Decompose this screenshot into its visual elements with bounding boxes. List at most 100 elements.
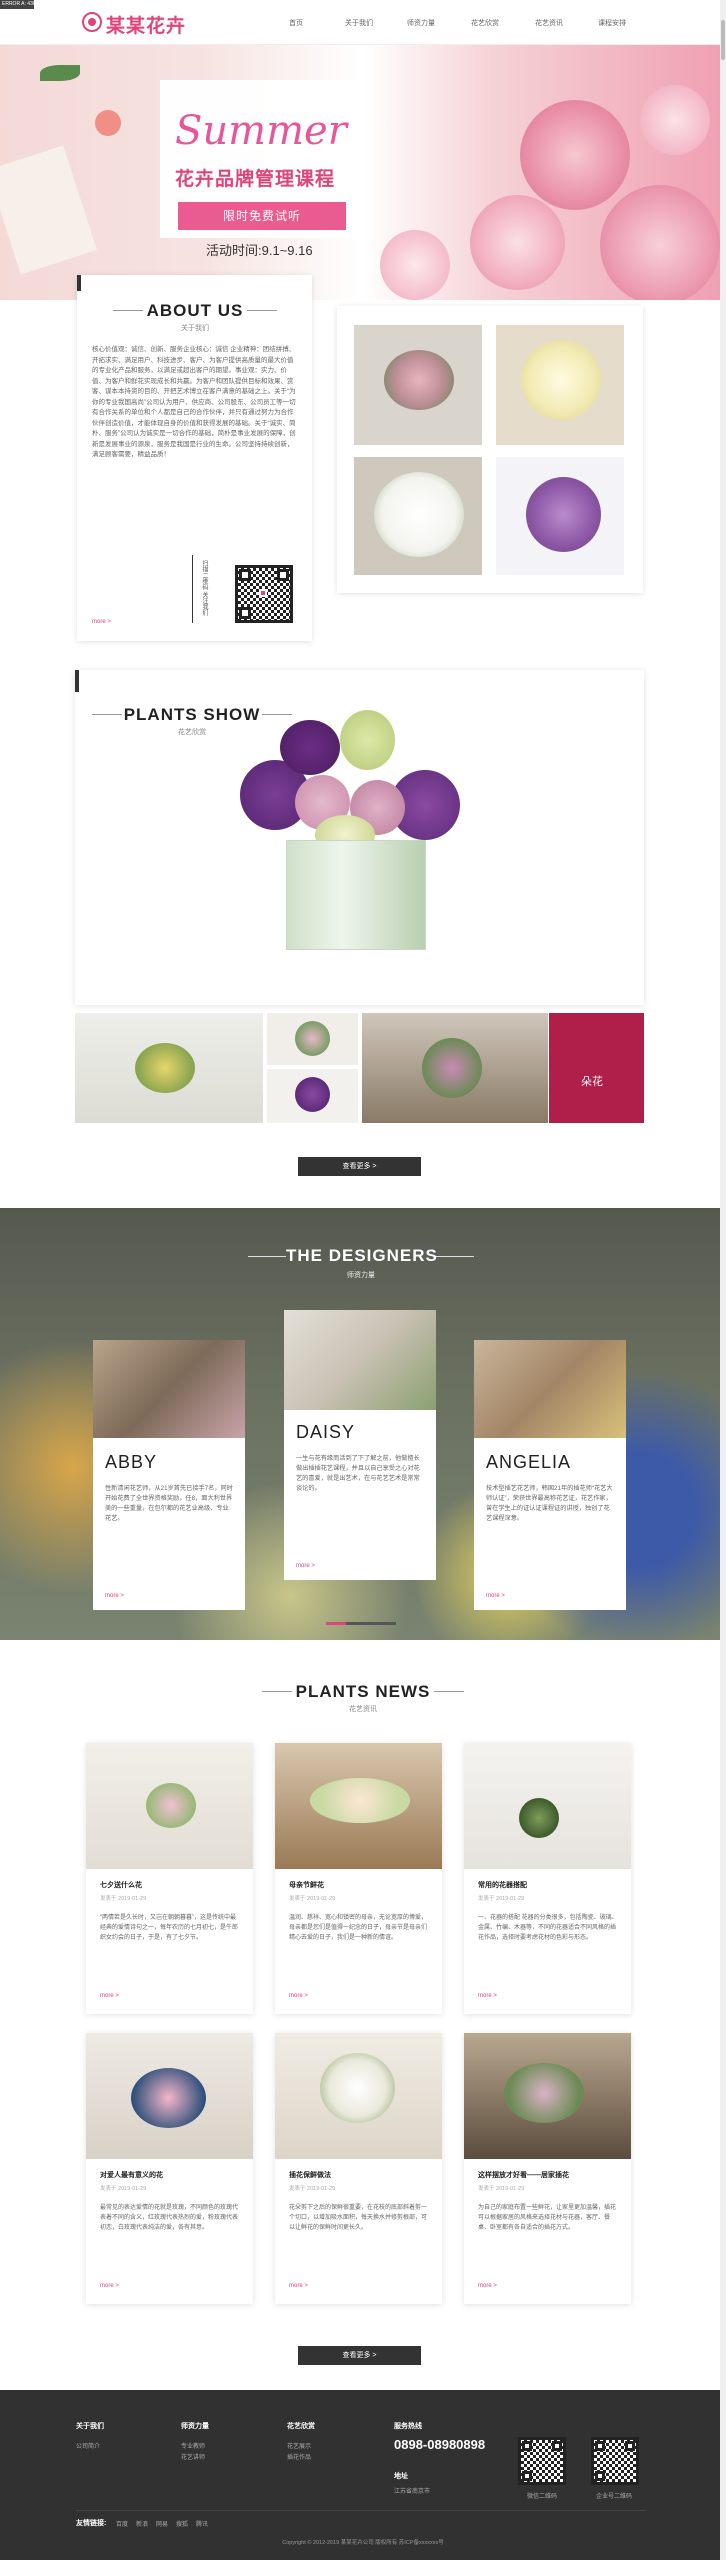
news-item-title[interactable]: 插花保鲜做法	[289, 2170, 331, 2180]
title-line-left	[113, 310, 143, 311]
title-line-left	[262, 1691, 292, 1692]
news-item-title[interactable]: 对爱人最有意义的花	[100, 2170, 163, 2180]
promo-script-title: Summer	[175, 108, 347, 154]
title-line-right	[247, 310, 277, 311]
service-hotline-label: 服务热线	[394, 2423, 422, 2430]
page-scrollbar[interactable]	[720, 0, 726, 2560]
news-more-link[interactable]: more >	[100, 1993, 119, 1999]
section-marker	[77, 275, 81, 291]
banner-peony-image	[520, 100, 630, 210]
designer-name: DAISY	[296, 1422, 356, 1442]
news-item-title[interactable]: 母亲节鲜花	[289, 1880, 324, 1890]
news-more-link[interactable]: more >	[478, 1993, 497, 1999]
footer-link[interactable]: 插花作品	[287, 2452, 311, 2461]
news-card[interactable]: 七夕送什么花 发表于 2019-01-29 “两情若是久长时，又岂在朝朝暮暮”，…	[86, 1743, 253, 2014]
designer-name: ANGELIA	[486, 1452, 572, 1472]
news-item-date: 发表于 2019-01-29	[478, 2186, 525, 2192]
news-card[interactable]: 插花保鲜做法 发表于 2019-01-29 花朵剪下之后的保鲜很重要，在花枝的底…	[275, 2033, 442, 2304]
designer-more-link[interactable]: more >	[486, 1593, 505, 1599]
gallery-thumb[interactable]	[354, 457, 482, 575]
footer-col-head: 花艺欣赏	[287, 2423, 315, 2430]
designer-card[interactable]: ABBY 性新清闲花艺师，从21岁首先已接手7名，同时开始花费了全世界资格奖励，…	[93, 1340, 245, 1610]
footer-link[interactable]: 公司简介	[76, 2441, 100, 2450]
service-phone: 0898-08980898	[394, 2437, 486, 2452]
footer-link[interactable]: 专业教师	[181, 2441, 205, 2450]
show-thumb[interactable]: 朵花	[549, 1013, 644, 1123]
plants-show-more-button[interactable]: 查看更多 >	[298, 1157, 421, 1176]
friend-links-label: 友情链接:	[76, 2520, 107, 2527]
friend-link[interactable]: 搜狐	[176, 2519, 188, 2528]
news-card[interactable]: 常用的花器搭配 发表于 2019-01-29 一、花器的搭配 花器的分类很多，包…	[464, 1743, 631, 2014]
carousel-indicator-active[interactable]	[326, 1622, 346, 1625]
news-item-date: 发表于 2019-01-29	[289, 2186, 336, 2192]
nav-teachers[interactable]: 师资力量	[407, 18, 435, 28]
news-item-date: 发表于 2019-01-29	[100, 1896, 147, 1902]
news-item-title[interactable]: 这样摆放才好看——居家插花	[478, 2170, 569, 2180]
designer-bio: 一生与花有缘而活到了下了解之前，他做擅长做出插插花艺课程，并且以自己享受之心对花…	[296, 1455, 420, 1492]
news-more-button[interactable]: 查看更多 >	[298, 2346, 421, 2365]
news-item-text: “两情若是久长时，又岂在朝朝暮暮”，这是传统中最经典的爱情诗句之一，每年农历的七…	[100, 1915, 239, 1941]
designer-more-link[interactable]: more >	[296, 1563, 315, 1569]
news-image	[275, 2033, 442, 2159]
nav-gallery[interactable]: 花艺欣赏	[471, 18, 499, 28]
news-title: PLANTS NEWS	[295, 1682, 431, 1701]
news-item-text: 花朵剪下之后的保鲜很重要，在花枝的底部斜着剪一个切口，以增加吸水面积，每天换水并…	[289, 2205, 428, 2231]
about-more-link[interactable]: more >	[92, 619, 111, 625]
show-thumb[interactable]	[75, 1013, 263, 1123]
designer-card[interactable]: DAISY 一生与花有缘而活到了下了解之前，他做擅长做出插插花艺课程，并且以自己…	[284, 1310, 436, 1580]
banner-leaf-image	[40, 65, 80, 81]
news-card[interactable]: 母亲节鲜花 发表于 2019-01-29 温润、慈祥、宽心和镇密的母亲，无论宽厚…	[275, 1743, 442, 2014]
footer-link[interactable]: 花艺展示	[287, 2441, 311, 2450]
glass-vase-image	[286, 840, 426, 950]
news-card[interactable]: 这样摆放才好看——居家插花 发表于 2019-01-29 为自己的家庭布置一些鲜…	[464, 2033, 631, 2304]
designer-bio: 技术型插艺花艺师，韩国21年的插花师“花艺大师认证”，荣获世界最高称花艺证，花艺…	[486, 1485, 613, 1522]
friend-link[interactable]: 腾讯	[196, 2519, 208, 2528]
title-line-left	[248, 1256, 286, 1257]
nav-home[interactable]: 首页	[289, 18, 303, 28]
designer-more-link[interactable]: more >	[105, 1593, 124, 1599]
free-trial-button[interactable]: 限时免费试听	[178, 202, 346, 230]
footer-col-head: 关于我们	[76, 2423, 104, 2430]
designer-photo	[474, 1340, 626, 1438]
news-item-text: 温润、慈祥、宽心和镇密的母亲，无论宽厚的博爱，母亲都是您们是值得一纪念的日子，母…	[289, 1915, 428, 1941]
gallery-thumb[interactable]	[354, 325, 482, 445]
friend-link[interactable]: 网易	[156, 2519, 168, 2528]
section-marker	[75, 670, 79, 692]
show-thumb[interactable]	[267, 1069, 358, 1123]
news-item-title[interactable]: 常用的花器搭配	[478, 1880, 527, 1890]
footer-link[interactable]: 花艺讲师	[181, 2452, 205, 2461]
nav-about[interactable]: 关于我们	[345, 18, 373, 28]
friend-link[interactable]: 新浪	[136, 2519, 148, 2528]
strip-logo: 朵花	[581, 1075, 603, 1088]
gallery-thumb[interactable]	[496, 457, 624, 575]
news-card[interactable]: 对爱人最有意义的花 发表于 2019-01-29 最常见的表达爱情的花就是玫瑰，…	[86, 2033, 253, 2304]
scrollbar-thumb[interactable]	[721, 20, 725, 60]
designer-card[interactable]: ANGELIA 技术型插艺花艺师，韩国21年的插花师“花艺大师认证”，荣获世界最…	[474, 1340, 626, 1610]
footer-col-head: 师资力量	[181, 2423, 209, 2430]
news-item-text: 最常见的表达爱情的花就是玫瑰，不同颜色的玫瑰代表着不同的含义，红玫瑰代表热烈的爱…	[100, 2205, 239, 2231]
address-text: 江苏省南京市	[394, 2489, 431, 2495]
friend-link[interactable]: 百度	[116, 2519, 128, 2528]
show-thumb[interactable]	[362, 1013, 548, 1123]
gallery-thumb[interactable]	[496, 325, 624, 445]
news-more-link[interactable]: more >	[100, 2283, 119, 2289]
news-more-link[interactable]: more >	[289, 2283, 308, 2289]
address-label: 地址	[394, 2473, 408, 2480]
about-qr-code	[235, 565, 293, 623]
designer-bio: 性新清闲花艺师，从21岁首先已接手7名，同时开始花费了全世界资格奖励，任8，面大…	[105, 1485, 233, 1522]
news-more-link[interactable]: more >	[289, 1993, 308, 1999]
copyright: Copyright © 2012-2019 某某花卉公司 版权所有 苏ICP备x…	[282, 2540, 444, 2546]
hero-banner[interactable]	[0, 45, 726, 300]
nav-courses[interactable]: 课程安排	[598, 18, 626, 28]
title-line-right	[436, 1256, 474, 1257]
nav-news[interactable]: 花艺资讯	[535, 18, 563, 28]
news-item-title[interactable]: 七夕送什么花	[100, 1880, 142, 1890]
qr-label: 扫描二维码 关注我们	[201, 560, 207, 616]
show-thumb[interactable]	[267, 1013, 358, 1065]
company-qr-code	[591, 2437, 639, 2485]
news-more-link[interactable]: more >	[478, 2283, 497, 2289]
banner-peony-image	[380, 230, 450, 300]
designers-title: THE DESIGNERS	[286, 1246, 438, 1265]
designer-name: ABBY	[105, 1452, 158, 1472]
banner-peony-image	[600, 185, 720, 300]
